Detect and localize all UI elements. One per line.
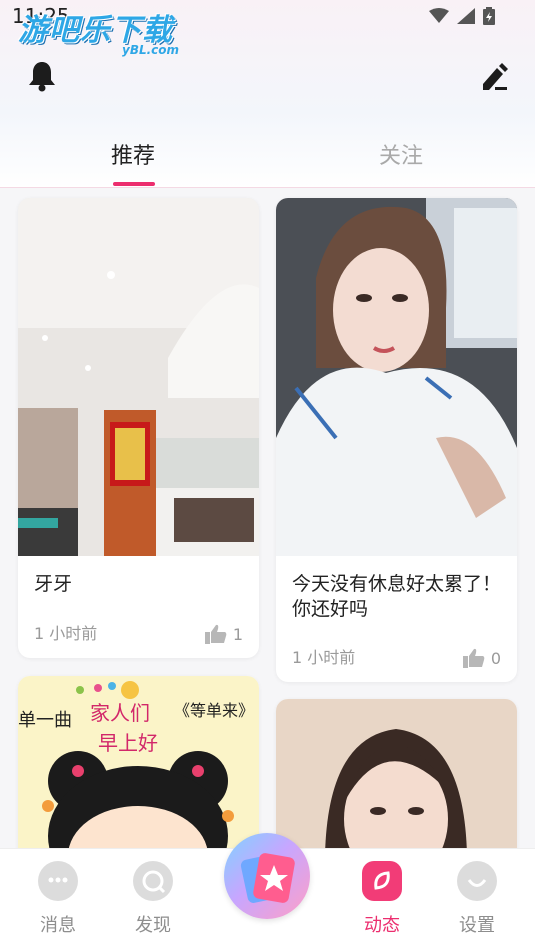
publish-button[interactable] xyxy=(224,833,310,919)
feed-grid[interactable]: 牙牙 1 小时前 1 今天没有休息好太累了！你还好吗 1 小时前 0 单一曲 家… xyxy=(0,188,535,848)
watermark-text: 游吧乐下载 xyxy=(18,13,173,48)
svg-text:单一曲: 单一曲 xyxy=(18,710,72,731)
like-button[interactable]: 1 xyxy=(204,624,243,644)
nav-label: 动态 xyxy=(364,915,400,936)
battery-icon xyxy=(483,7,495,25)
post-time: 1 小时前 xyxy=(292,648,356,667)
post-card[interactable]: 单一曲 家人们 早上好 《等单来》 xyxy=(18,676,259,848)
nav-messages[interactable]: 消息 xyxy=(18,849,98,951)
post-image[interactable] xyxy=(276,198,517,556)
wifi-icon xyxy=(429,8,449,23)
nav-moments[interactable]: 动态 xyxy=(342,849,422,951)
tab-recommend[interactable]: 推荐 xyxy=(111,138,155,170)
thumbs-up-icon xyxy=(462,648,485,668)
nav-label: 消息 xyxy=(40,915,76,936)
like-count: 1 xyxy=(232,624,243,644)
feed-tabs: 推荐 关注 xyxy=(0,128,535,188)
bell-icon[interactable] xyxy=(27,60,57,92)
post-title: 牙牙 xyxy=(34,573,73,595)
nav-discover[interactable]: 发现 xyxy=(113,849,193,951)
post-image[interactable] xyxy=(276,699,517,848)
moments-icon xyxy=(362,861,402,901)
signal-icon xyxy=(457,8,475,24)
post-card[interactable]: 牙牙 1 小时前 1 xyxy=(18,198,259,658)
svg-text:《等单来》: 《等单来》 xyxy=(174,701,254,720)
like-button[interactable]: 0 xyxy=(462,648,501,668)
tab-following[interactable]: 关注 xyxy=(379,138,423,170)
post-card[interactable] xyxy=(276,699,517,848)
active-tab-indicator xyxy=(113,182,155,186)
edit-icon[interactable] xyxy=(479,62,509,92)
nav-settings[interactable]: 设置 xyxy=(437,849,517,951)
status-icons xyxy=(429,7,495,25)
like-count: 0 xyxy=(490,648,501,668)
publish-star-icon xyxy=(240,853,295,903)
chat-icon xyxy=(38,861,78,901)
watermark-domain: yBL.com xyxy=(122,43,180,57)
svg-text:早上好: 早上好 xyxy=(98,731,158,755)
discover-icon xyxy=(133,861,173,901)
nav-label: 设置 xyxy=(459,915,495,936)
bottom-navigation: 消息 发现 动态 设置 xyxy=(0,833,535,951)
svg-text:家人们: 家人们 xyxy=(90,701,150,725)
post-title: 今天没有休息好太累了！你还好吗 xyxy=(292,573,502,620)
post-time: 1 小时前 xyxy=(34,624,98,643)
post-image[interactable] xyxy=(18,198,259,556)
thumbs-up-icon xyxy=(204,624,227,644)
header-background: 11:25 游吧乐下载 yBL.com 推荐 关注 xyxy=(0,0,535,188)
post-card[interactable]: 今天没有休息好太累了！你还好吗 1 小时前 0 xyxy=(276,198,517,682)
watermark-logo: 游吧乐下载 yBL.com xyxy=(18,13,180,57)
post-image[interactable]: 单一曲 家人们 早上好 《等单来》 xyxy=(18,676,259,848)
settings-icon xyxy=(457,861,497,901)
nav-label: 发现 xyxy=(135,915,171,936)
